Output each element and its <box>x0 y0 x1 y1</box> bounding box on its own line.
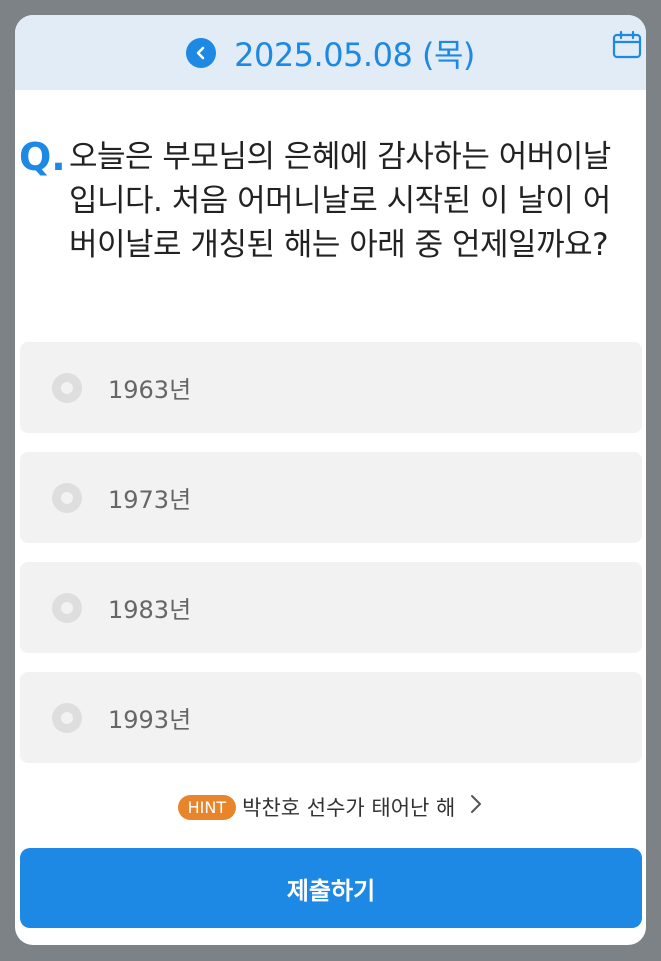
hint-text: 박찬호 선수가 태어난 해 <box>242 796 456 820</box>
radio-button[interactable] <box>52 592 82 623</box>
hint-link[interactable]: HINT 박찬호 선수가 태어난 해 <box>15 792 646 822</box>
previous-day-button[interactable] <box>186 37 217 68</box>
answer-option[interactable]: 1993년 <box>20 672 642 763</box>
question-marker: Q. <box>19 135 66 179</box>
answer-option[interactable]: 1983년 <box>20 562 642 653</box>
answer-option-label: 1973년 <box>108 486 192 514</box>
answer-option[interactable]: 1973년 <box>20 452 642 543</box>
answer-option-label: 1983년 <box>108 596 192 624</box>
question: Q. 오늘은 부모님의 은혜에 감사하는 어버이날입니다. 처음 어머니날로 시… <box>19 135 636 267</box>
calendar-button[interactable] <box>612 30 642 60</box>
answer-option-label: 1963년 <box>108 376 192 404</box>
calendar-icon <box>612 30 642 59</box>
answer-option-label: 1993년 <box>108 706 192 734</box>
chevron-left-icon <box>196 46 205 59</box>
radio-button[interactable] <box>52 702 82 733</box>
radio-button[interactable] <box>52 482 82 513</box>
answer-option[interactable]: 1963년 <box>20 342 642 433</box>
hint-badge: HINT <box>177 794 237 820</box>
quiz-date: 2025.05.08 (목) <box>234 35 475 74</box>
submit-button[interactable]: 제출하기 <box>20 848 642 928</box>
date-header: 2025.05.08 (목) <box>15 15 646 90</box>
answer-options: 1963년 1973년 1983년 1993년 <box>20 342 642 782</box>
question-text: 오늘은 부모님의 은혜에 감사하는 어버이날입니다. 처음 어머니날로 시작된 … <box>69 139 611 263</box>
chevron-right-icon <box>469 793 483 821</box>
quiz-card: 2025.05.08 (목) Q. 오늘은 부모님의 은혜에 감사하는 어버이날… <box>15 15 646 945</box>
radio-button[interactable] <box>52 372 82 403</box>
